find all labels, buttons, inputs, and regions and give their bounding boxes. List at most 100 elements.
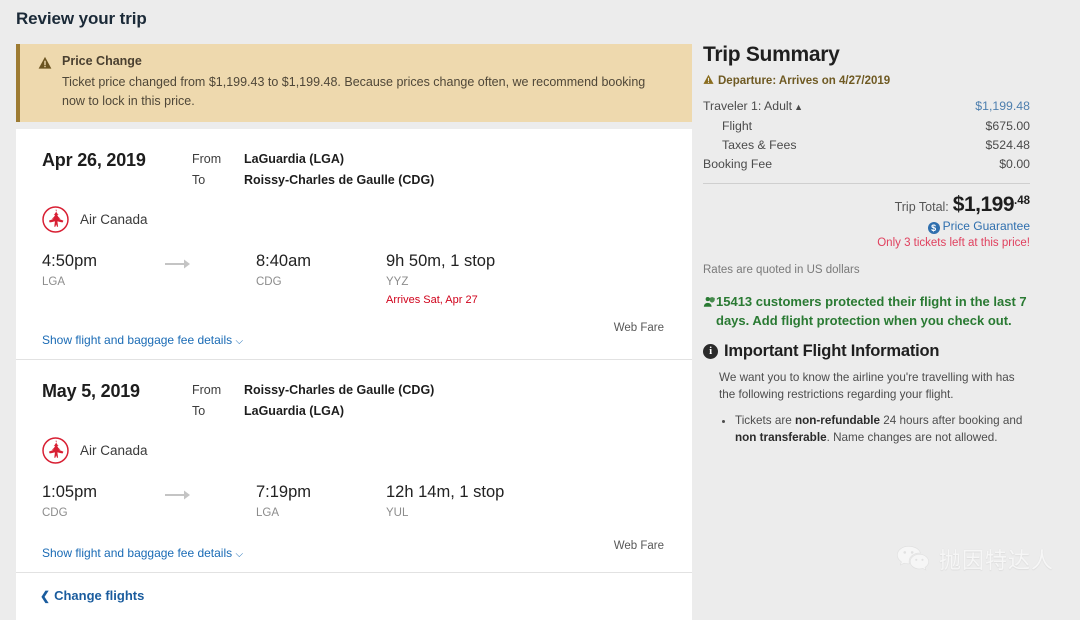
page-title: Review your trip: [16, 9, 147, 28]
booking-fee-row: Booking Fee $0.00: [703, 155, 1030, 174]
departure-note-text: Departure: Arrives on 4/27/2019: [718, 75, 891, 87]
show-flight-details-link[interactable]: Show flight and baggage fee details ⌵: [42, 546, 243, 560]
departure-block: 1:05pm CDG: [42, 482, 164, 520]
arrival-airport-code: CDG: [256, 276, 282, 288]
segment-header: May 5, 2019 From To Roissy-Charles de Ga…: [42, 380, 666, 422]
arrival-time: 7:19pm: [256, 483, 312, 501]
restriction-item: Tickets are non-refundable 24 hours afte…: [735, 412, 1025, 446]
segment-date: May 5, 2019: [42, 381, 140, 401]
itinerary-column: Price Change Ticket price changed from $…: [16, 44, 692, 620]
change-flights-label: Change flights: [54, 588, 145, 603]
important-title-text: Important Flight Information: [724, 342, 940, 360]
to-label: To: [192, 173, 206, 187]
flight-arrow: [164, 251, 256, 276]
air-canada-logo-icon: [42, 205, 69, 233]
duration-stops: 9h 50m, 1 stop: [386, 252, 496, 270]
price-change-alert: Price Change Ticket price changed from $…: [16, 44, 692, 122]
change-flights-bar: ❮ Change flights: [16, 572, 692, 620]
from-label: From: [192, 152, 222, 166]
airline-name: Air Canada: [80, 211, 148, 227]
departure-time: 4:50pm: [42, 252, 98, 270]
traveler-amount: $1,199.48: [975, 99, 1030, 113]
tickets-left-warning: Only 3 tickets left at this price!: [877, 237, 1030, 249]
departure-arrival-note: Departure: Arrives on 4/27/2019: [703, 74, 1043, 88]
fare-type-label: Web Fare: [613, 540, 664, 552]
from-to-values: LaGuardia (LGA) Roissy-Charles de Gaulle…: [244, 149, 434, 191]
arrival-block: 8:40am CDG: [256, 251, 386, 289]
from-to-values: Roissy-Charles de Gaulle (CDG) LaGuardia…: [244, 380, 434, 422]
flight-segment-outbound: Web Fare Apr 26, 2019 From To LaGuardia …: [16, 129, 692, 359]
to-airport: Roissy-Charles de Gaulle (CDG): [244, 173, 435, 187]
price-guarantee-label: Price Guarantee: [942, 219, 1030, 233]
rates-currency-note: Rates are quoted in US dollars: [703, 264, 860, 276]
booking-fee-amount: $0.00: [999, 157, 1030, 171]
flight-card: Web Fare Apr 26, 2019 From To LaGuardia …: [16, 129, 692, 620]
show-details-label: Show flight and baggage fee details: [42, 333, 233, 347]
arrow-right-icon: [164, 258, 192, 275]
trip-total-row: Trip Total: $1,199.48: [703, 193, 1030, 217]
chevron-up-icon: ▲: [794, 102, 804, 112]
trip-summary-panel: Trip Summary Departure: Arrives on 4/27/…: [703, 42, 1043, 446]
times-row: 1:05pm CDG 7:19pm LGA 12h 14m, 1 stop YU…: [42, 482, 666, 520]
watermark-text: 抛因特达人: [938, 548, 1054, 573]
to-label: To: [192, 404, 206, 418]
stopover-code: YUL: [386, 507, 409, 519]
change-flights-link[interactable]: ❮ Change flights: [40, 588, 144, 603]
airline-row: Air Canada: [42, 436, 666, 464]
chevron-left-icon: ❮: [40, 589, 51, 603]
from-airport: LaGuardia (LGA): [244, 152, 345, 166]
chevron-down-icon: ⌵: [235, 549, 244, 560]
from-airport: Roissy-Charles de Gaulle (CDG): [244, 383, 435, 397]
airline-name: Air Canada: [80, 442, 148, 458]
duration-block: 12h 14m, 1 stop YUL: [386, 482, 504, 520]
wechat-watermark: 抛因特达人: [896, 543, 1054, 575]
taxes-fees-label: Taxes & Fees: [722, 138, 797, 152]
departure-time: 1:05pm: [42, 483, 98, 501]
flight-price-label: Flight: [722, 119, 753, 133]
fare-type-label: Web Fare: [613, 322, 664, 334]
trip-summary-title: Trip Summary: [703, 43, 840, 66]
duration-stops: 12h 14m, 1 stop: [386, 483, 505, 501]
restrictions-list: Tickets are non-refundable 24 hours afte…: [703, 412, 1025, 446]
important-flight-information-body: We want you to know the airline you're t…: [719, 371, 1015, 401]
flight-price-amount: $675.00: [985, 119, 1030, 133]
from-to-labels: From To: [192, 149, 244, 191]
booking-fee-label: Booking Fee: [703, 157, 773, 171]
show-flight-details-link[interactable]: Show flight and baggage fee details ⌵: [42, 333, 243, 347]
price-guarantee-link[interactable]: $ Price Guarantee: [703, 219, 1030, 234]
arrival-airport-code: LGA: [256, 507, 280, 519]
air-canada-logo-icon: [42, 436, 69, 464]
stopover-code: YYZ: [386, 276, 409, 288]
departure-airport-code: CDG: [42, 507, 68, 519]
departure-airport-code: LGA: [42, 276, 66, 288]
flight-protection-text: 15413 customers protected their flight i…: [716, 294, 1027, 328]
taxes-fees-row: Taxes & Fees $524.48: [703, 136, 1030, 155]
trip-total-cents: .48: [1014, 195, 1030, 207]
from-label: From: [192, 383, 222, 397]
departure-block: 4:50pm LGA: [42, 251, 164, 289]
warning-triangle-icon: [38, 56, 52, 70]
times-row: 4:50pm LGA 8:40am CDG 9h 50m, 1 stop YYZ…: [42, 251, 666, 307]
arrival-time: 8:40am: [256, 252, 312, 270]
alert-title: Price Change: [62, 54, 142, 68]
traveler-row[interactable]: Traveler 1: Adult ▲ $1,199.48: [703, 97, 1030, 117]
info-circle-icon: i: [703, 344, 718, 359]
to-airport: LaGuardia (LGA): [244, 404, 345, 418]
wechat-icon: [896, 545, 930, 573]
flight-segment-return: Web Fare May 5, 2019 From To Roissy-Char…: [16, 359, 692, 572]
taxes-fees-amount: $524.48: [985, 138, 1030, 152]
duration-block: 9h 50m, 1 stop YYZ Arrives Sat, Apr 27: [386, 251, 495, 307]
people-shield-icon: [703, 294, 715, 307]
alert-body: Ticket price changed from $1,199.43 to $…: [62, 75, 646, 108]
traveler-label: Traveler 1: Adult ▲: [703, 99, 804, 113]
non-transferable-emphasis: non transferable: [735, 431, 827, 444]
warning-triangle-icon: [703, 74, 714, 88]
important-flight-information-title: i Important Flight Information: [703, 342, 1043, 361]
dollar-badge-icon: $: [927, 222, 940, 234]
show-details-label: Show flight and baggage fee details: [42, 546, 233, 560]
flight-arrow: [164, 482, 256, 507]
chevron-down-icon: ⌵: [235, 336, 244, 347]
airline-row: Air Canada: [42, 205, 666, 233]
price-breakdown-table: Traveler 1: Adult ▲ $1,199.48 Flight $675…: [703, 97, 1030, 174]
arrives-next-day-note: Arrives Sat, Apr 27: [386, 294, 478, 306]
